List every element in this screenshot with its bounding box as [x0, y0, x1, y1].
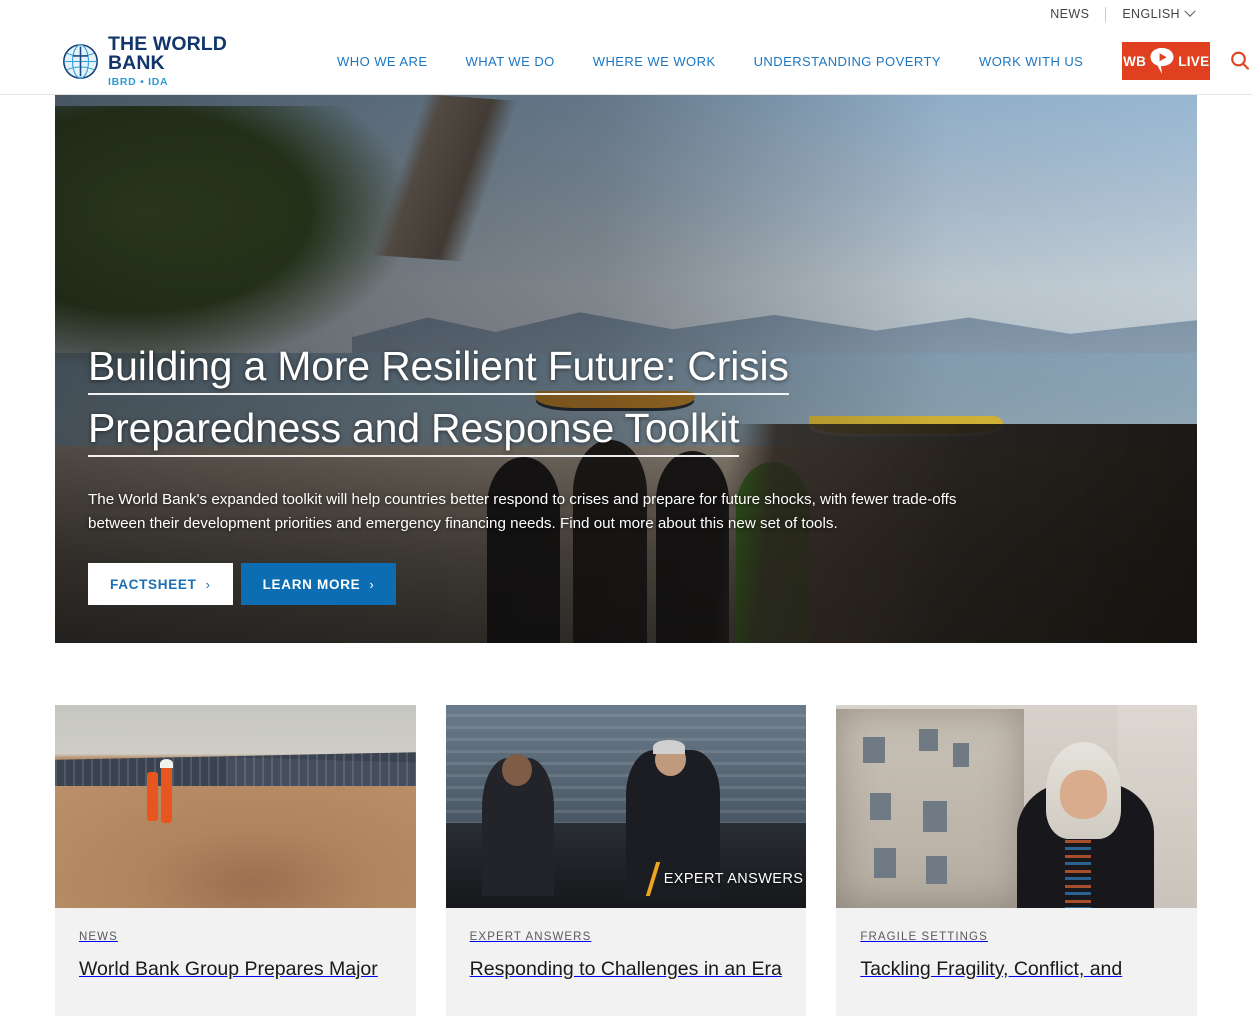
- nav-item-who-we-are[interactable]: WHO WE ARE: [318, 54, 446, 69]
- hero-title-line-2: Preparedness and Response Toolkit: [88, 405, 740, 455]
- wb-live-button[interactable]: WB LIVE: [1122, 42, 1211, 80]
- site-header: THE WORLD BANK IBRD • IDA WHO WE ARE WHA…: [0, 28, 1252, 95]
- feature-card-fragile-settings[interactable]: FRAGILE SETTINGS Tackling Fragility, Con…: [836, 705, 1197, 1016]
- hero-banner[interactable]: Building a More Resilient Future: Crisis…: [55, 95, 1197, 643]
- hero-description: The World Bank's expanded toolkit will h…: [88, 490, 957, 533]
- utility-link-news[interactable]: NEWS: [1050, 7, 1089, 21]
- hero-content: Building a More Resilient Future: Crisis…: [88, 335, 1028, 605]
- worker-figure: [161, 763, 173, 823]
- utility-divider: [1105, 6, 1107, 22]
- speaker-hair: [653, 739, 686, 754]
- learn-more-button[interactable]: LEARN MORE ›: [240, 563, 397, 605]
- building-window: [873, 848, 897, 879]
- main-navigation: WHO WE ARE WHAT WE DO WHERE WE WORK UNDE…: [318, 54, 1102, 69]
- building-window: [926, 856, 947, 885]
- woman-face: [1059, 769, 1107, 819]
- card-image-solar: [55, 705, 416, 908]
- learn-more-button-label: LEARN MORE: [262, 576, 361, 592]
- card-title: Tackling Fragility, Conflict, and: [860, 958, 1123, 980]
- hero-cta-group: FACTSHEET › LEARN MORE ›: [88, 563, 1028, 605]
- wb-live-label-after: LIVE: [1178, 53, 1210, 69]
- search-icon: [1231, 51, 1250, 70]
- chevron-right-icon: ›: [369, 576, 375, 592]
- card-title: World Bank Group Prepares Major: [79, 958, 378, 980]
- hero-title-line-1: Building a More Resilient Future: Crisis: [88, 343, 789, 393]
- hero-title: Building a More Resilient Future: Crisis…: [88, 335, 998, 460]
- factsheet-button-label: FACTSHEET: [110, 576, 197, 592]
- card-kicker: EXPERT ANSWERS: [469, 931, 592, 943]
- logo-title: THE WORLD BANK: [108, 32, 227, 75]
- factsheet-button[interactable]: FACTSHEET ›: [88, 563, 233, 605]
- feature-card-grid: NEWS World Bank Group Prepares Major EXP…: [55, 705, 1197, 1016]
- feature-card-expert-answers[interactable]: EXPERT ANSWERS EXPERT ANSWERS Responding…: [445, 705, 807, 1016]
- speaker-head: [501, 754, 532, 787]
- chevron-down-icon: [1184, 5, 1196, 17]
- nav-item-work-with-us[interactable]: WORK WITH US: [960, 54, 1102, 69]
- building-window: [952, 742, 970, 767]
- nav-item-where-we-work[interactable]: WHERE WE WORK: [574, 54, 735, 69]
- desert-ground: [55, 786, 416, 908]
- wb-live-label-before: WB: [1123, 53, 1147, 69]
- expert-answers-watermark: EXPERT ANSWERS: [645, 862, 807, 896]
- worker-figure: [146, 771, 158, 821]
- nav-item-what-we-do[interactable]: WHAT WE DO: [446, 54, 573, 69]
- card-image-fragile-settings: [836, 705, 1197, 908]
- garment-trim: [1065, 834, 1091, 908]
- hard-hat: [159, 758, 173, 768]
- search-button[interactable]: [1228, 48, 1252, 74]
- utility-bar: NEWS ENGLISH: [0, 0, 1252, 28]
- card-kicker: NEWS: [79, 931, 118, 943]
- site-logo[interactable]: THE WORLD BANK IBRD • IDA: [62, 32, 270, 88]
- language-selector-label: ENGLISH: [1122, 7, 1180, 21]
- play-bubble-icon: [1150, 48, 1174, 74]
- damaged-building: [836, 709, 1024, 908]
- expert-answers-watermark-label: EXPERT ANSWERS: [663, 871, 804, 887]
- building-window: [918, 728, 938, 751]
- nav-item-understanding-poverty[interactable]: UNDERSTANDING POVERTY: [735, 54, 960, 69]
- card-kicker: FRAGILE SETTINGS: [860, 931, 988, 943]
- building-window: [862, 736, 886, 763]
- language-selector[interactable]: ENGLISH: [1122, 5, 1196, 21]
- feature-card-news[interactable]: NEWS World Bank Group Prepares Major: [55, 705, 416, 1016]
- logo-subtitle: IBRD • IDA: [108, 75, 169, 88]
- card-image-expert-answers: EXPERT ANSWERS: [445, 705, 807, 908]
- building-window: [922, 800, 947, 833]
- chevron-right-icon: ›: [205, 576, 211, 592]
- globe-icon: [63, 43, 98, 79]
- card-title: Responding to Challenges in an Era: [469, 958, 782, 980]
- building-window: [870, 792, 891, 821]
